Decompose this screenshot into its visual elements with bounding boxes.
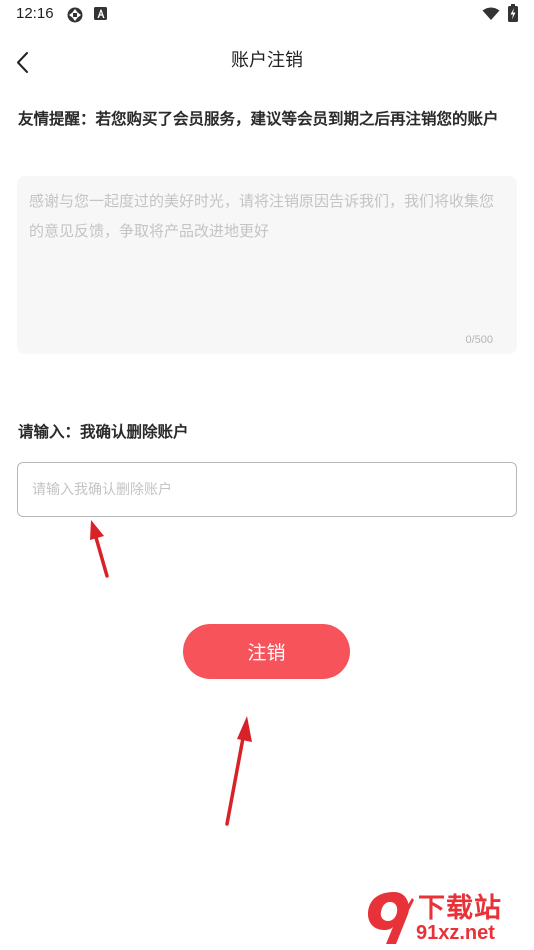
notice-text: 友情提醒：若您购买了会员服务，建议等会员到期之后再注销您的账户	[18, 110, 499, 128]
reason-box: 0/500	[17, 176, 517, 354]
confirm-input[interactable]	[17, 462, 517, 517]
a-badge-icon	[94, 7, 107, 20]
annotation-arrow-up-icon	[225, 716, 252, 826]
watermark: 下载站 91xz.net	[360, 882, 534, 950]
confirm-label: 请输入：我确认删除账户	[18, 423, 189, 441]
watermark-title: 下载站	[418, 893, 502, 924]
sync-icon	[67, 7, 83, 23]
reason-textarea[interactable]	[17, 176, 517, 354]
page-title: 账户注销	[231, 50, 303, 71]
status-time: 12:16	[16, 5, 54, 22]
deregister-button[interactable]: 注销	[183, 624, 350, 679]
battery-charging-icon	[508, 4, 518, 22]
wifi-icon	[482, 7, 500, 20]
91-logo-icon	[368, 892, 414, 944]
char-counter: 0/500	[465, 334, 493, 346]
annotation-arrow-up-left-icon	[90, 520, 109, 578]
watermark-url: 91xz.net	[416, 922, 495, 944]
nav-bar: 账户注销	[0, 36, 534, 84]
status-bar: 12:16	[0, 0, 534, 28]
